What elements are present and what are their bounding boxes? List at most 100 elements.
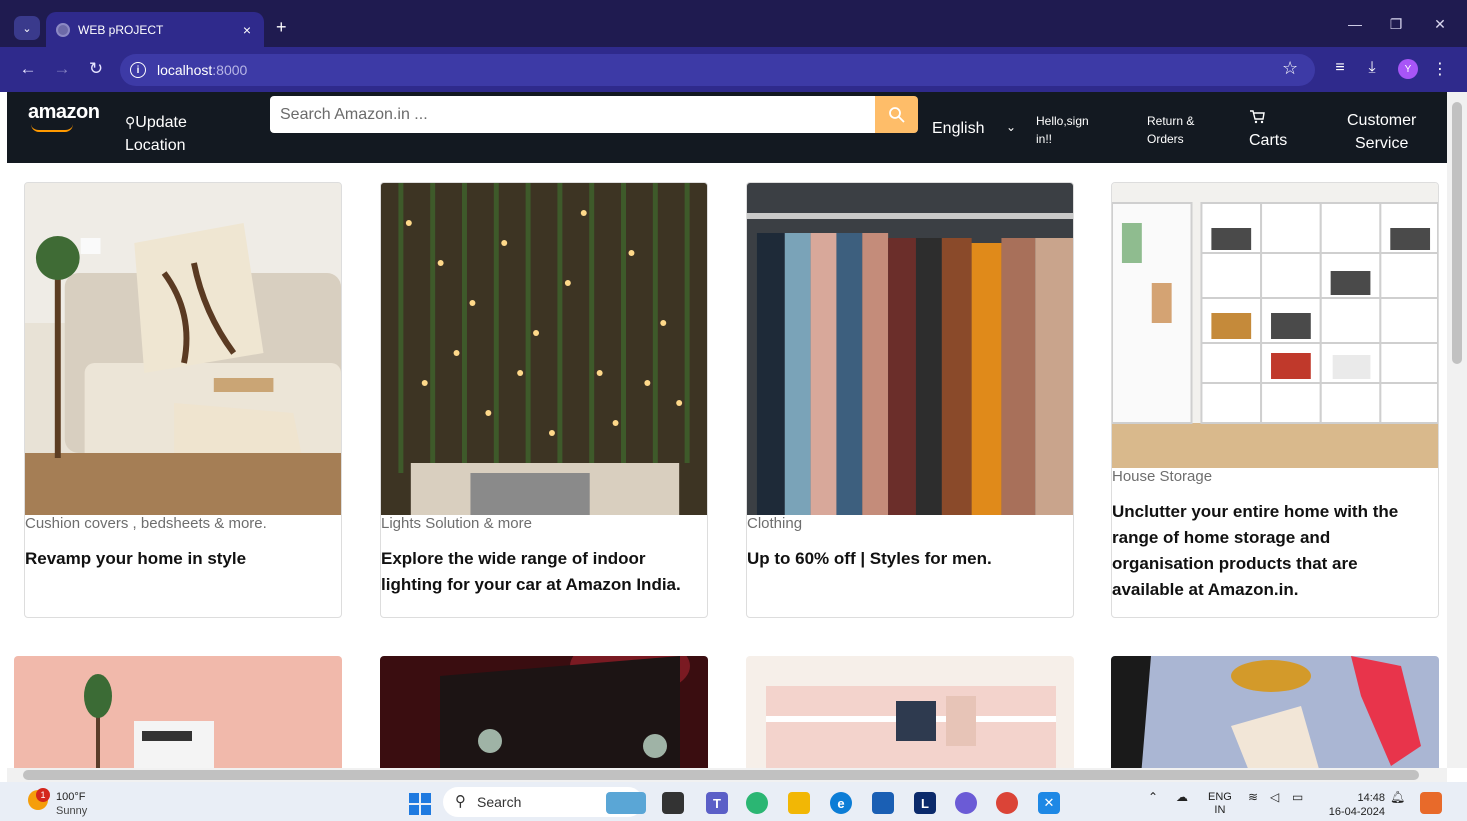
weather-condition: Sunny bbox=[56, 805, 88, 817]
new-tab-button[interactable]: + bbox=[276, 17, 287, 37]
browser-tab[interactable]: WEB pROJECT × bbox=[46, 12, 264, 47]
site-info-icon[interactable]: i bbox=[130, 62, 146, 78]
close-window-button[interactable]: ✕ bbox=[1430, 16, 1450, 33]
clock-time: 14:48 bbox=[1357, 792, 1385, 804]
chevron-up-icon[interactable]: ⌃ bbox=[1148, 790, 1158, 804]
more-menu-icon[interactable]: ⋮ bbox=[1430, 59, 1450, 79]
linkedin-icon[interactable]: L bbox=[914, 792, 936, 814]
address-bar[interactable]: i localhost:8000 bbox=[120, 54, 1315, 86]
product-card[interactable] bbox=[380, 656, 708, 768]
chrome-icon[interactable] bbox=[996, 792, 1018, 814]
file-explorer-icon[interactable] bbox=[788, 792, 810, 814]
amazon-logo[interactable]: amazon bbox=[28, 101, 100, 124]
footwear-image bbox=[1111, 656, 1439, 768]
lang-line1: ENG bbox=[1208, 791, 1232, 803]
globe-icon bbox=[56, 22, 70, 37]
fairy-lights-image bbox=[381, 183, 707, 515]
system-clock[interactable]: 14:48 16-04-2024 bbox=[1323, 791, 1385, 819]
card-category: Clothing bbox=[747, 515, 803, 532]
product-card[interactable] bbox=[746, 656, 1074, 768]
search-icon: ⚲ bbox=[455, 793, 466, 810]
location-line2: Location bbox=[125, 137, 186, 154]
product-card[interactable]: Cushion covers , bedsheets & more. Revam… bbox=[24, 182, 342, 618]
app-icon[interactable] bbox=[955, 792, 977, 814]
amazon-navbar: amazon ⚲Update Location Search Amazon.in… bbox=[7, 92, 1447, 163]
chevron-down-icon[interactable]: ⌄ bbox=[1006, 120, 1016, 134]
restore-button[interactable]: ❐ bbox=[1386, 16, 1406, 33]
search-highlight-icon[interactable] bbox=[606, 792, 646, 814]
carts-link[interactable]: Carts bbox=[1249, 132, 1287, 150]
clothing-rack-image bbox=[747, 183, 1073, 515]
back-arrow-icon[interactable]: ← bbox=[18, 59, 38, 79]
windows-taskbar: 1 100°F Sunny ⚲ Search T e L ✕ ⌃ ☁ ENG I… bbox=[0, 782, 1467, 821]
store-icon[interactable] bbox=[872, 792, 894, 814]
horizontal-scroll-thumb[interactable] bbox=[23, 770, 1419, 780]
wardrobe-image bbox=[746, 656, 1074, 768]
card-title[interactable]: Up to 60% off | Styles for men. bbox=[747, 546, 998, 572]
location-pin-icon: ⚲ bbox=[125, 114, 136, 130]
horizontal-scrollbar[interactable] bbox=[7, 768, 1447, 782]
bookmark-star-icon[interactable]: ☆ bbox=[1282, 58, 1298, 79]
profile-avatar[interactable]: Y bbox=[1398, 59, 1418, 79]
account-line1: Hello,sign bbox=[1036, 114, 1089, 128]
network-icon[interactable]: ☁ bbox=[1176, 790, 1188, 804]
washing-machine-image bbox=[14, 656, 342, 768]
logo-smile bbox=[31, 124, 73, 132]
location-line1: Update bbox=[135, 114, 187, 131]
copilot-icon[interactable] bbox=[746, 792, 768, 814]
url-host: localhost bbox=[157, 62, 213, 78]
search-button[interactable] bbox=[875, 96, 918, 133]
vertical-scrollbar[interactable] bbox=[1447, 92, 1467, 768]
account-signin-link[interactable]: Hello,sign in!! bbox=[1036, 112, 1089, 148]
product-card[interactable] bbox=[1111, 656, 1439, 768]
battery-icon[interactable]: ▭ bbox=[1292, 790, 1303, 804]
tab-search-button[interactable]: ⌄ bbox=[14, 16, 40, 40]
card-category: House Storage bbox=[1112, 468, 1213, 485]
weather-badge: 1 bbox=[36, 788, 50, 802]
account-line2: in!! bbox=[1036, 132, 1053, 146]
card-title[interactable]: Revamp your home in style bbox=[25, 546, 252, 572]
task-view-icon[interactable] bbox=[662, 792, 684, 814]
tab-close-icon[interactable]: × bbox=[238, 22, 256, 38]
update-location-link[interactable]: ⚲Update Location bbox=[125, 111, 187, 157]
product-card[interactable]: Lights Solution & more Explore the wide … bbox=[380, 182, 708, 618]
forward-arrow-icon[interactable]: → bbox=[52, 59, 72, 79]
product-card[interactable] bbox=[14, 656, 342, 768]
returns-line2: Orders bbox=[1147, 132, 1184, 146]
url-port: :8000 bbox=[212, 62, 248, 78]
vertical-scroll-thumb[interactable] bbox=[1452, 102, 1462, 364]
cart-icon[interactable] bbox=[1249, 110, 1265, 127]
product-card[interactable]: House Storage Unclutter your entire home… bbox=[1111, 182, 1439, 618]
teams-icon[interactable]: T bbox=[706, 792, 728, 814]
storage-shelves-image bbox=[1112, 183, 1438, 468]
download-icon[interactable]: ⤓ bbox=[1362, 59, 1382, 77]
reading-list-icon[interactable]: ≡ bbox=[1330, 59, 1350, 77]
edge-browser-icon[interactable]: e bbox=[830, 792, 852, 814]
wifi-icon[interactable]: ≋ bbox=[1248, 790, 1258, 804]
card-title[interactable]: Unclutter your entire home with the rang… bbox=[1112, 499, 1438, 603]
search-input[interactable]: Search Amazon.in ... bbox=[270, 96, 875, 133]
returns-line1: Return & bbox=[1147, 114, 1195, 128]
language-select[interactable]: English bbox=[932, 120, 984, 138]
sofa-image bbox=[25, 183, 341, 515]
customer-service-link[interactable]: Customer Service bbox=[1347, 109, 1416, 155]
vscode-icon[interactable]: ✕ bbox=[1038, 792, 1060, 814]
notification-bell-icon[interactable]: 🔔︎ bbox=[1390, 790, 1405, 804]
colorful-app-icon[interactable] bbox=[1420, 792, 1442, 814]
web-page: amazon ⚲Update Location Search Amazon.in… bbox=[7, 92, 1447, 768]
clock-date: 16-04-2024 bbox=[1328, 806, 1385, 818]
returns-orders-link[interactable]: Return & Orders bbox=[1147, 112, 1194, 148]
minimize-button[interactable]: — bbox=[1345, 16, 1365, 32]
card-category: Lights Solution & more bbox=[381, 515, 532, 532]
product-card[interactable]: Clothing Up to 60% off | Styles for men. bbox=[746, 182, 1074, 618]
card-title[interactable]: Explore the wide range of indoor lightin… bbox=[381, 546, 707, 598]
browser-toolbar: ← → ↻ i localhost:8000 ☆ ≡ ⤓ Y ⋮ bbox=[0, 47, 1467, 92]
volume-icon[interactable]: ◁ bbox=[1270, 790, 1279, 804]
card-category: Cushion covers , bedsheets & more. bbox=[25, 515, 267, 532]
input-language[interactable]: ENG IN bbox=[1208, 791, 1232, 817]
taskbar-search-label: Search bbox=[477, 794, 522, 810]
jewellery-image bbox=[380, 656, 708, 768]
windows-start-icon[interactable] bbox=[409, 793, 431, 815]
reload-icon[interactable]: ↻ bbox=[86, 59, 106, 79]
weather-temperature[interactable]: 100°F bbox=[56, 791, 85, 803]
